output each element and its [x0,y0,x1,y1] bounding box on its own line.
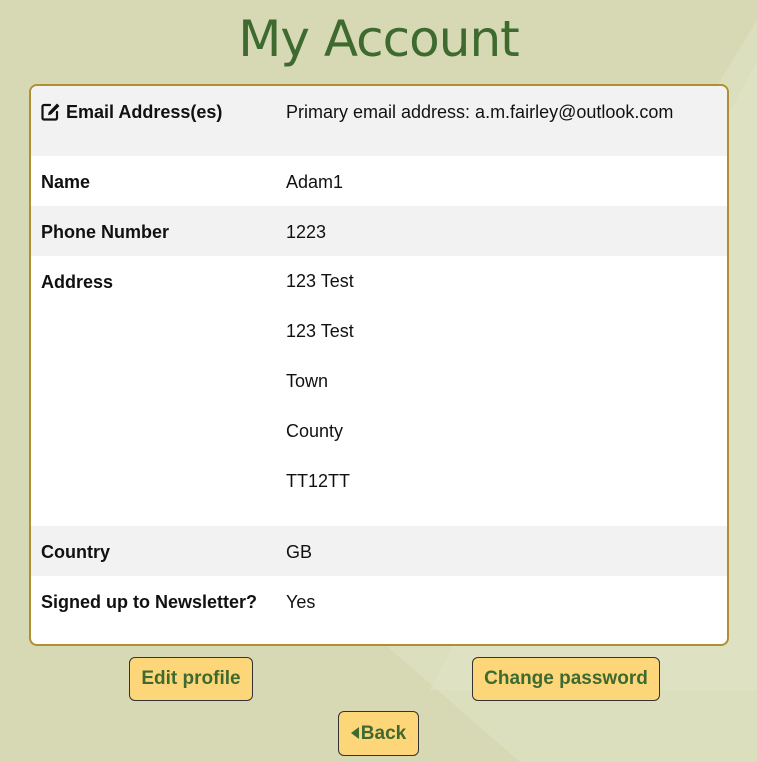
email-row: Email Address(es) Primary email address:… [31,86,727,156]
phone-label: Phone Number [41,222,170,242]
address-town: Town [286,371,329,391]
country-value: GB [286,542,313,562]
phone-row: Phone Number 1223 [31,206,727,256]
edit-profile-button[interactable]: Edit profile [129,657,253,701]
phone-value: 1223 [286,222,327,242]
address-line-2: 123 Test [286,321,354,341]
name-value: Adam1 [286,172,344,192]
back-button-label: Back [360,723,407,744]
email-label: Email Address(es) [41,102,222,126]
address-lines: 123 Test 123 Test Town County TT12TT [286,272,354,522]
caret-left-icon [350,727,359,739]
page-title: My Account [238,10,520,68]
email-label-text: Email Address(es) [66,102,223,122]
address-line-1: 123 Test [286,271,354,291]
newsletter-value: Yes [286,592,316,612]
edit-icon[interactable] [41,102,61,126]
newsletter-row: Signed up to Newsletter? Yes [31,576,727,644]
email-value: Primary email address: a.m.fairley@outlo… [286,102,674,122]
name-label: Name [41,172,91,192]
address-row: Address 123 Test 123 Test Town County TT… [31,256,727,526]
country-label: Country [41,542,110,562]
address-postcode: TT12TT [286,471,351,491]
address-label: Address [41,272,114,292]
name-row: Name Adam1 [31,156,727,206]
country-row: Country GB [31,526,727,576]
newsletter-label: Signed up to Newsletter? [41,592,258,612]
back-button[interactable]: Back [338,711,419,756]
change-password-button[interactable]: Change password [472,657,660,701]
address-county: County [286,421,344,441]
account-details-card: Email Address(es) Primary email address:… [29,84,729,646]
